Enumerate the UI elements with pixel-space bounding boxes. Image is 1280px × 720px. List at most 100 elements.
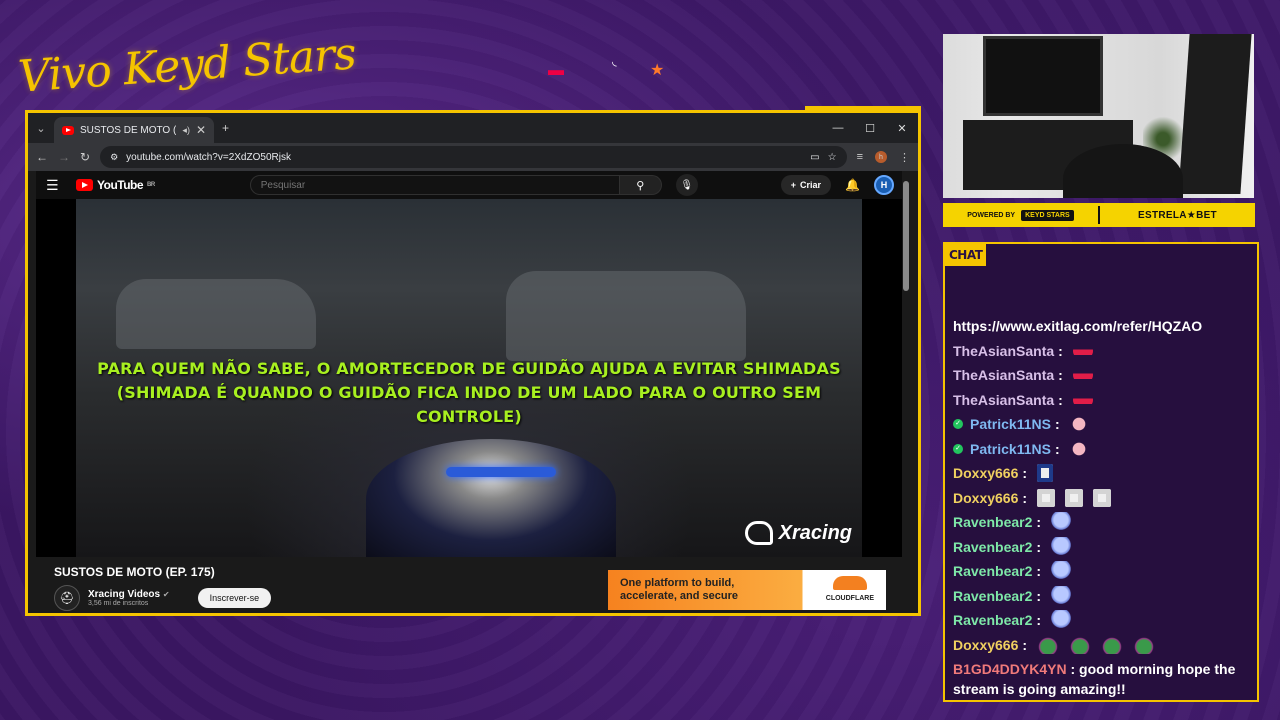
message-separator: : bbox=[1058, 342, 1063, 359]
video-player[interactable]: PARA QUEM NÃO SABE, O AMORTECEDOR DE GUI… bbox=[36, 199, 904, 557]
chat-username[interactable]: Patrick11NS bbox=[970, 437, 1051, 462]
chat-username[interactable]: Doxxy666 bbox=[953, 461, 1018, 486]
chat-username[interactable]: TheAsianSanta bbox=[953, 388, 1054, 413]
message-text[interactable]: https://www.exitlag.com/refer/HQZAO bbox=[953, 314, 1202, 339]
message-separator: : bbox=[1054, 440, 1060, 457]
chat-username[interactable]: Doxxy666 bbox=[953, 633, 1018, 658]
ghost-emote-icon bbox=[1051, 536, 1072, 557]
hamburger-menu-icon[interactable]: ☰ bbox=[46, 177, 66, 194]
verified-badge-icon: ✓ bbox=[953, 419, 963, 430]
chat-username[interactable]: B1GD4DDYK4YN bbox=[953, 661, 1067, 677]
message-separator: : bbox=[1036, 538, 1042, 555]
ghost-emote-icon bbox=[1051, 585, 1072, 606]
chat-username[interactable]: Ravenbear2 bbox=[953, 559, 1032, 584]
back-arrow-icon[interactable]: ← bbox=[36, 150, 48, 164]
powered-by-label: POWERED BY bbox=[967, 211, 1016, 219]
tab-search-chevron-down-icon[interactable]: ⌄ bbox=[28, 113, 54, 143]
close-window-icon[interactable]: ✕ bbox=[886, 113, 918, 143]
chat-message: Ravenbear2: bbox=[953, 559, 1251, 584]
brand-logo: Vivo Keyd Stars bbox=[16, 28, 358, 103]
poster bbox=[1178, 34, 1252, 194]
keyd-stars-logo: KEYD STARS bbox=[1021, 209, 1074, 221]
ad-text: One platform to build, accelerate, and s… bbox=[620, 577, 739, 602]
chat-username[interactable]: Ravenbear2 bbox=[953, 584, 1032, 609]
subtitle-line: (SHIMADA É QUANDO O GUIDÃO FICA INDO DE … bbox=[116, 383, 822, 426]
channel-name[interactable]: Xracing Videos ✔ bbox=[88, 589, 170, 600]
chat-message: Ravenbear2: bbox=[953, 510, 1251, 535]
chat-username[interactable]: Ravenbear2 bbox=[953, 510, 1032, 535]
bookmark-star-icon[interactable]: ☆ bbox=[828, 152, 837, 163]
background-car bbox=[506, 271, 746, 361]
new-tab-plus-icon[interactable]: + bbox=[222, 113, 229, 143]
search-icon[interactable]: ⚲ bbox=[619, 175, 662, 195]
youtube-logo[interactable]: YouTube BR bbox=[76, 178, 155, 192]
chat-message: Ravenbear2: bbox=[953, 535, 1251, 560]
chat-message: Doxxy666: bbox=[953, 633, 1251, 658]
minimize-icon[interactable]: — bbox=[822, 113, 854, 143]
ad-brand-logo: CLOUDFLARE bbox=[826, 575, 874, 605]
close-tab-icon[interactable]: ✕ bbox=[196, 123, 206, 137]
car-emote-icon bbox=[1072, 391, 1093, 408]
ghost-emote-icon bbox=[1051, 512, 1072, 533]
advertisement-banner[interactable]: One platform to build, accelerate, and s… bbox=[608, 570, 886, 610]
chat-username[interactable]: Patrick11NS bbox=[970, 412, 1051, 437]
account-avatar[interactable]: H bbox=[874, 175, 894, 195]
extensions-icon[interactable]: ≡ bbox=[857, 151, 863, 163]
cast-icon[interactable]: ▭ bbox=[810, 152, 819, 163]
message-separator: : bbox=[1058, 367, 1063, 383]
tab-strip: ⌄ SUSTOS DE MOTO (EP. 175) ◂) ✕ + — ☐ ✕ bbox=[28, 113, 918, 143]
reload-icon[interactable]: ↻ bbox=[80, 150, 90, 164]
spinner-icon: ◟ bbox=[612, 54, 617, 68]
url-text[interactable]: youtube.com/watch?v=2XdZO50Rjsk bbox=[126, 152, 802, 163]
notifications-bell-icon[interactable]: 🔔 bbox=[845, 178, 860, 192]
toolbar-right: ≡ h ⋮ bbox=[857, 151, 910, 164]
sponsor-bar: POWERED BY KEYD STARS ESTRELA★BET bbox=[943, 203, 1255, 227]
create-button[interactable]: + Criar bbox=[780, 175, 832, 195]
region-badge: BR bbox=[147, 182, 155, 188]
address-bar[interactable]: ⚙ youtube.com/watch?v=2XdZO50Rjsk ▭ ☆ bbox=[100, 146, 847, 168]
maximize-icon[interactable]: ☐ bbox=[854, 113, 886, 143]
search-bar: ⚲ 🎙 bbox=[249, 174, 698, 196]
browser-tab[interactable]: SUSTOS DE MOTO (EP. 175) ◂) ✕ bbox=[54, 117, 214, 143]
chat-message: TheAsianSanta: bbox=[953, 363, 1251, 388]
brain-emote-icon bbox=[1069, 416, 1088, 433]
message-separator: : bbox=[1022, 465, 1028, 481]
channel-info: Xracing Videos ✔ 3,56 mi de inscritos bbox=[88, 589, 170, 607]
video-subtitle: PARA QUEM NÃO SABE, O AMORTECEDOR DE GUI… bbox=[76, 357, 862, 429]
chat-messages: https://www.exitlag.com/refer/HQZAO TheA… bbox=[953, 314, 1251, 699]
message-separator: : bbox=[1036, 587, 1042, 604]
channel-avatar[interactable]: ⛑ bbox=[54, 585, 80, 611]
chat-username[interactable]: Ravenbear2 bbox=[953, 535, 1032, 560]
browser-window: ⌄ SUSTOS DE MOTO (EP. 175) ◂) ✕ + — ☐ ✕ … bbox=[25, 110, 921, 616]
chat-username[interactable]: TheAsianSanta bbox=[953, 363, 1054, 388]
helmet-icon bbox=[744, 521, 773, 545]
frog-emote-icon bbox=[1069, 635, 1092, 654]
menu-kebab-icon[interactable]: ⋮ bbox=[899, 151, 910, 164]
microphone-icon[interactable]: 🎙 bbox=[675, 174, 698, 196]
forward-arrow-icon[interactable]: → bbox=[58, 150, 70, 164]
profile-avatar[interactable]: h bbox=[875, 151, 887, 163]
tv bbox=[983, 36, 1103, 116]
channel-name-text[interactable]: Xracing Videos bbox=[88, 589, 160, 600]
youtube-logo-text: YouTube bbox=[97, 178, 144, 192]
speaker-icon[interactable]: ◂) bbox=[182, 125, 190, 136]
subscribe-button[interactable]: Inscrever-se bbox=[197, 588, 272, 608]
chat-message: TheAsianSanta: bbox=[953, 388, 1251, 413]
search-input[interactable] bbox=[249, 175, 620, 195]
message-separator: : bbox=[1058, 391, 1063, 408]
chat-username[interactable]: Ravenbear2 bbox=[953, 608, 1032, 633]
chat-message: B1GD4DDYK4YN : good morning hope the str… bbox=[953, 659, 1251, 699]
watermark-text: Xracing bbox=[778, 521, 852, 544]
chat-username[interactable]: TheAsianSanta bbox=[953, 339, 1054, 364]
background-car bbox=[116, 279, 316, 349]
video-title: SUSTOS DE MOTO (EP. 175) bbox=[54, 565, 215, 579]
site-info-icon[interactable]: ⚙ bbox=[110, 152, 118, 163]
plus-icon: + bbox=[790, 180, 797, 190]
page-scrollbar[interactable] bbox=[902, 171, 910, 611]
channel-watermark: Xracing bbox=[744, 521, 852, 545]
chat-username[interactable]: Doxxy666 bbox=[953, 486, 1018, 511]
star-icon: ★ bbox=[650, 62, 665, 79]
scroll-thumb[interactable] bbox=[903, 181, 909, 291]
figure-emote-icon bbox=[1037, 488, 1056, 507]
chat-message: ✓ Patrick11NS: bbox=[953, 437, 1251, 462]
